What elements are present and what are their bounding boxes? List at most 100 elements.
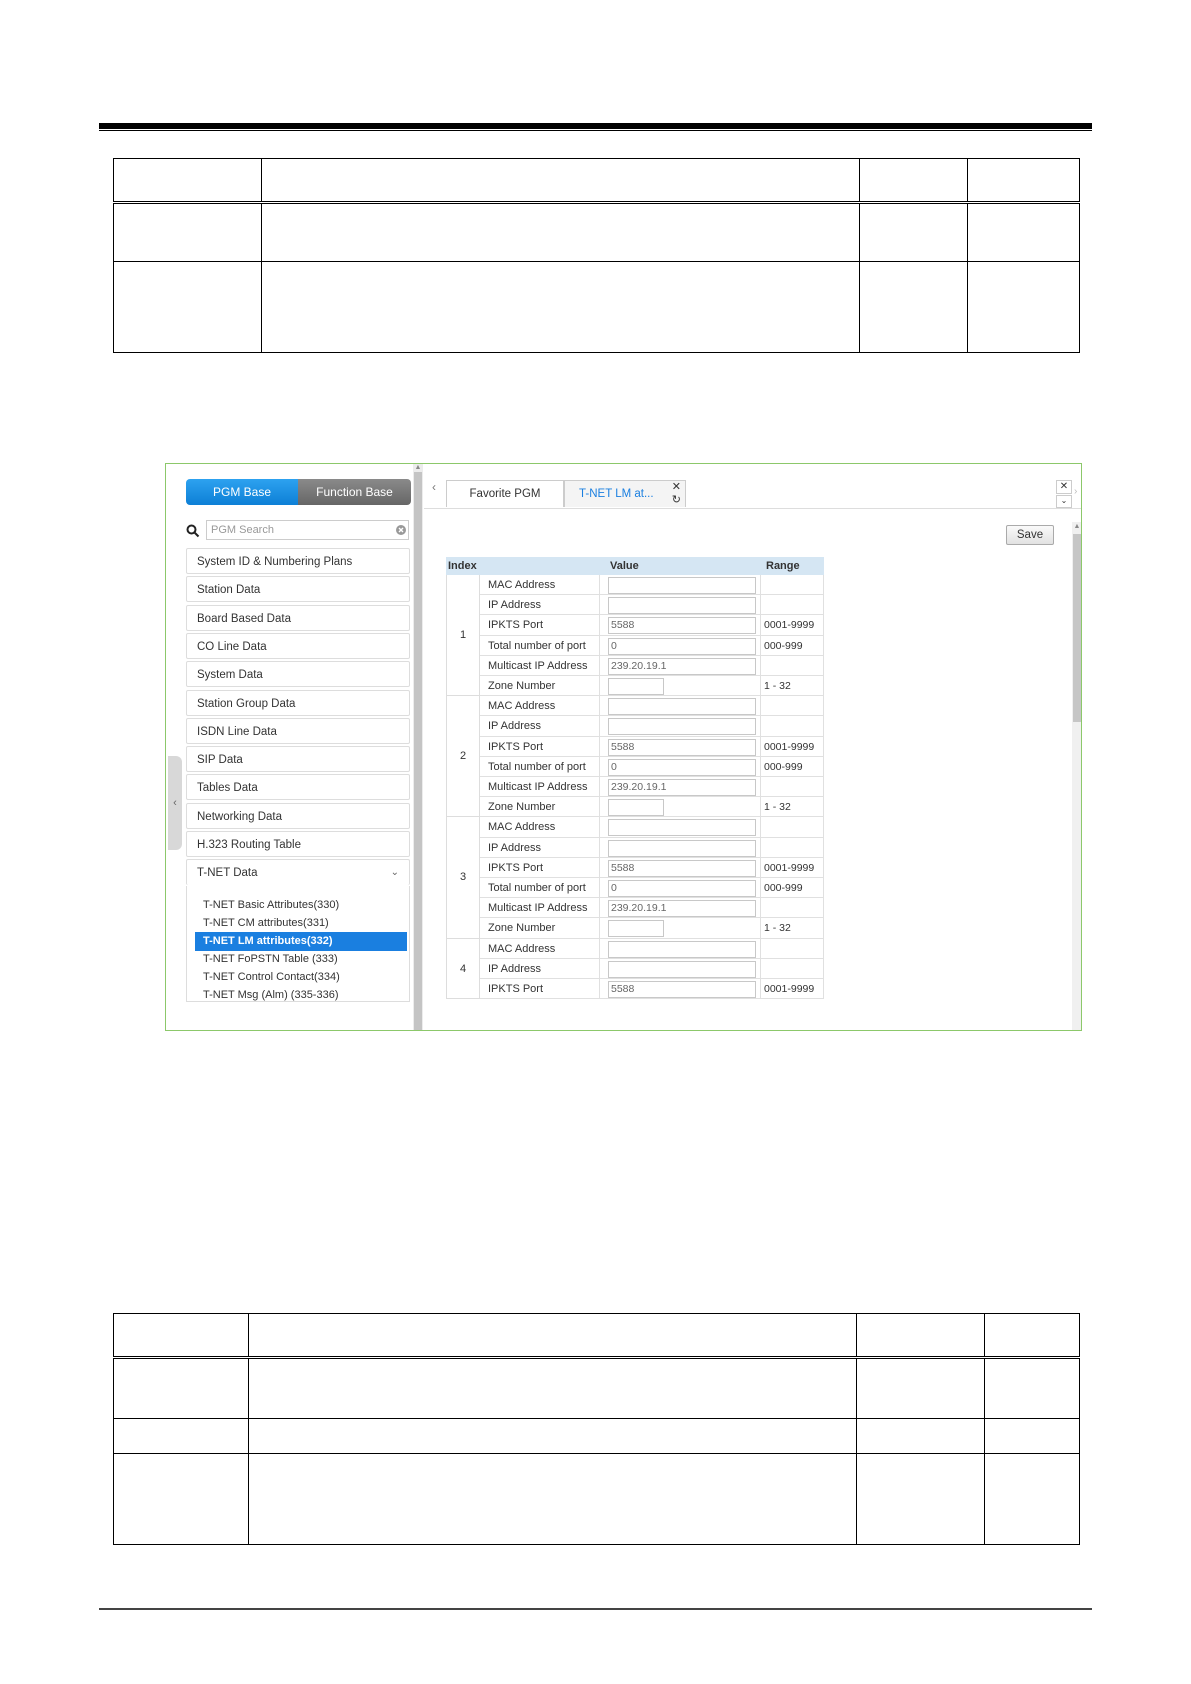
grid-row: Total number of port 0 000-999 bbox=[480, 756, 824, 777]
grid-column-divider bbox=[760, 615, 761, 636]
tab-tnet-lm-attributes[interactable]: T-NET LM at... ✕ ↻ bbox=[564, 480, 686, 507]
grid-value-input[interactable] bbox=[608, 920, 664, 938]
grid-value-input[interactable]: 239.20.19.1 bbox=[608, 900, 756, 918]
table-cell bbox=[856, 1418, 985, 1454]
table-cell bbox=[261, 158, 860, 204]
submenu-item[interactable]: T-NET Basic Attributes(330) bbox=[195, 896, 407, 915]
chevron-down-icon[interactable]: ⌄ bbox=[391, 860, 399, 886]
tab-next-icon[interactable]: › bbox=[1074, 486, 1077, 497]
menu-item[interactable]: Station Data bbox=[186, 576, 410, 603]
content-scrollbar-thumb[interactable] bbox=[1073, 534, 1081, 722]
table-cell bbox=[967, 261, 1080, 353]
grid-value-input[interactable] bbox=[608, 678, 664, 695]
menu-item[interactable]: ISDN Line Data bbox=[186, 717, 410, 744]
left-panel: PGM Base Function Base PGM Search System… bbox=[166, 464, 416, 1030]
grid-value-input[interactable] bbox=[608, 718, 756, 736]
grid-value-input[interactable] bbox=[608, 698, 756, 716]
close-all-icon[interactable]: ✕ bbox=[1056, 480, 1072, 494]
content-scrollbar[interactable]: ▲ bbox=[1072, 522, 1081, 1030]
table-cell bbox=[984, 1418, 1080, 1454]
menu-item[interactable]: Station Group Data bbox=[186, 689, 410, 716]
grid-column-divider bbox=[760, 918, 761, 939]
grid-value-input[interactable]: 239.20.19.1 bbox=[608, 657, 756, 675]
grid-value-input[interactable]: 5588 bbox=[608, 738, 756, 756]
refresh-tab-icon[interactable]: ↻ bbox=[672, 487, 681, 514]
grid-value-input[interactable]: 0 bbox=[608, 637, 756, 655]
menu-item[interactable]: Networking Data bbox=[186, 802, 410, 829]
grid-header-value: Value bbox=[610, 560, 639, 572]
grid-value-input[interactable]: 5588 bbox=[608, 859, 756, 877]
left-scrollbar[interactable]: ▲ bbox=[413, 464, 423, 1030]
table-cell bbox=[113, 158, 262, 204]
table-cell bbox=[113, 1418, 249, 1454]
grid-value-input[interactable]: 0 bbox=[608, 758, 756, 776]
menu-item[interactable]: T-NET Data ⌄ bbox=[186, 859, 410, 886]
table-cell bbox=[856, 1453, 985, 1545]
table-cell bbox=[113, 261, 262, 353]
collapse-panel-handle[interactable]: ‹ bbox=[168, 756, 182, 850]
clear-search-icon[interactable] bbox=[395, 524, 407, 536]
grid-row: MAC Address bbox=[480, 575, 824, 596]
grid-row-label: MAC Address bbox=[480, 575, 600, 596]
menu-item-label: Tables Data bbox=[197, 782, 258, 795]
grid-value-input[interactable] bbox=[608, 940, 756, 958]
grid-value-input[interactable] bbox=[608, 577, 756, 594]
grid-row: MAC Address bbox=[480, 817, 824, 838]
grid-column-divider bbox=[760, 898, 761, 919]
grid-value-input[interactable]: 5588 bbox=[608, 981, 756, 998]
menu-item-label: System ID & Numbering Plans bbox=[197, 556, 353, 568]
table-cell bbox=[261, 261, 860, 353]
submenu-item[interactable]: T-NET FoPSTN Table (333) bbox=[195, 950, 407, 969]
grid-value-input[interactable]: 239.20.19.1 bbox=[608, 779, 756, 796]
grid-value-input[interactable]: 5588 bbox=[608, 617, 756, 635]
page-top-rule bbox=[99, 123, 1092, 129]
grid-column-divider bbox=[760, 756, 761, 777]
menu-item[interactable]: Tables Data bbox=[186, 774, 410, 801]
grid-column-divider bbox=[760, 635, 761, 656]
menu-item[interactable]: Board Based Data bbox=[186, 604, 410, 631]
submenu-item[interactable]: T-NET CM attributes(331) bbox=[195, 914, 407, 933]
scroll-up-icon[interactable]: ▲ bbox=[413, 464, 423, 472]
tab-favorite-pgm[interactable]: Favorite PGM bbox=[446, 480, 564, 507]
left-scrollbar-thumb[interactable] bbox=[414, 472, 422, 1030]
menu-item-label: Station Group Data bbox=[197, 697, 296, 710]
grid-column-divider bbox=[760, 777, 761, 798]
menu-item[interactable]: H.323 Routing Table bbox=[186, 831, 410, 857]
grid-value-input[interactable] bbox=[608, 597, 756, 615]
menu-item[interactable]: System Data bbox=[186, 661, 410, 688]
submenu-item[interactable]: T-NET LM attributes(332) bbox=[195, 931, 407, 951]
grid-value-input[interactable] bbox=[608, 799, 664, 817]
tab-prev-icon[interactable]: ‹ bbox=[432, 480, 436, 494]
tnet-submenu: T-NET Basic Attributes(330) T-NET CM attr… bbox=[186, 885, 410, 1002]
save-button[interactable]: Save bbox=[1006, 525, 1054, 545]
page-top-rule-thin bbox=[99, 130, 1092, 131]
menu-item-label: T-NET Data bbox=[197, 867, 258, 880]
grid-value-input[interactable] bbox=[608, 819, 756, 837]
grid-row: Total number of port 0 000-999 bbox=[480, 635, 824, 656]
tab-list-chevron-icon[interactable]: ⌄ bbox=[1056, 495, 1072, 508]
grid-row: Multicast IP Address 239.20.19.1 bbox=[480, 777, 824, 798]
grid-row: IPKTS Port 5588 0001-9999 bbox=[480, 615, 824, 636]
grid-value-input[interactable] bbox=[608, 839, 756, 857]
grid-column-divider bbox=[760, 797, 761, 818]
grid-row-label: Multicast IP Address bbox=[480, 898, 600, 919]
menu-item-label: System Data bbox=[197, 669, 263, 682]
menu-item[interactable]: System ID & Numbering Plans bbox=[186, 548, 410, 574]
grid-value-input[interactable]: 0 bbox=[608, 880, 756, 897]
submenu-item[interactable]: T-NET Msg (Alm) (335-336) bbox=[195, 986, 407, 1001]
grid-value-input[interactable] bbox=[608, 960, 756, 978]
submenu-item[interactable]: T-NET Control Contact(334) bbox=[195, 968, 407, 987]
pgm-search-input[interactable]: PGM Search bbox=[206, 520, 409, 540]
menu-item[interactable]: CO Line Data bbox=[186, 632, 410, 659]
grid-row-range: 000-999 bbox=[764, 639, 803, 652]
function-base-button[interactable]: Function Base bbox=[298, 479, 411, 505]
scroll-up-icon[interactable]: ▲ bbox=[1072, 522, 1081, 532]
grid-row-label: IP Address bbox=[480, 837, 600, 858]
menu-item[interactable]: SIP Data bbox=[186, 746, 410, 773]
page-bottom-rule bbox=[99, 1608, 1092, 1610]
grid-row-label: MAC Address bbox=[480, 696, 600, 717]
tab-label: Favorite PGM bbox=[469, 488, 541, 500]
pgm-base-button[interactable]: PGM Base bbox=[186, 479, 298, 505]
grid-row-label: Zone Number bbox=[480, 797, 600, 818]
grid-row-label: Total number of port bbox=[480, 756, 600, 777]
